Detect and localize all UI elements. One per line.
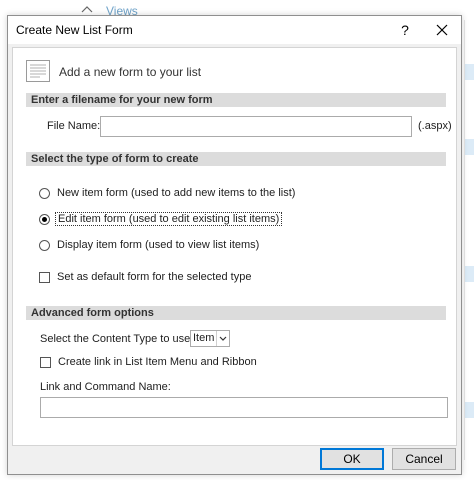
content-type-label: Select the Content Type to use: bbox=[40, 333, 194, 345]
create-list-form-dialog: Create New List Form ? Add a new form to… bbox=[7, 15, 462, 475]
display-item-form-label[interactable]: Display item form (used to view list ite… bbox=[57, 239, 259, 251]
link-command-name-label: Link and Command Name: bbox=[40, 381, 171, 393]
close-icon[interactable] bbox=[432, 20, 452, 40]
background-row-highlight bbox=[464, 64, 474, 80]
dialog-header-text: Add a new form to your list bbox=[59, 65, 202, 79]
file-name-label: File Name: bbox=[47, 120, 101, 132]
file-extension-label: (.aspx) bbox=[418, 120, 452, 132]
set-default-form-label[interactable]: Set as default form for the selected typ… bbox=[57, 271, 251, 283]
chevron-up-icon bbox=[81, 6, 93, 13]
edit-item-form-radio[interactable] bbox=[39, 214, 50, 225]
advanced-options-section-heading: Advanced form options bbox=[26, 306, 446, 320]
new-item-form-radio[interactable] bbox=[39, 188, 50, 199]
create-link-label[interactable]: Create link in List Item Menu and Ribbon bbox=[58, 356, 257, 368]
background-row-highlight bbox=[464, 402, 474, 418]
chevron-down-icon bbox=[216, 331, 227, 346]
cancel-button[interactable]: Cancel bbox=[392, 448, 456, 470]
file-name-input[interactable] bbox=[100, 116, 412, 137]
dialog-titlebar: Create New List Form ? bbox=[8, 16, 461, 44]
set-default-form-checkbox[interactable] bbox=[39, 272, 50, 283]
content-type-value: Item bbox=[193, 332, 215, 344]
help-button[interactable]: ? bbox=[396, 20, 414, 40]
form-icon bbox=[26, 60, 50, 82]
edit-item-form-label[interactable]: Edit item form (used to edit existing li… bbox=[55, 212, 283, 226]
ok-button[interactable]: OK bbox=[320, 448, 384, 470]
background-divider bbox=[464, 20, 465, 460]
link-command-name-input[interactable] bbox=[40, 397, 448, 418]
background-row-highlight bbox=[464, 139, 474, 155]
background-row-highlight bbox=[464, 266, 474, 282]
content-type-select[interactable]: Item bbox=[190, 330, 230, 347]
form-type-section-heading: Select the type of form to create bbox=[26, 152, 446, 166]
create-link-checkbox[interactable] bbox=[40, 357, 51, 368]
filename-section-heading: Enter a filename for your new form bbox=[26, 93, 446, 107]
dialog-title: Create New List Form bbox=[16, 23, 133, 37]
display-item-form-radio[interactable] bbox=[39, 240, 50, 251]
new-item-form-label[interactable]: New item form (used to add new items to … bbox=[57, 187, 295, 199]
dialog-content: Add a new form to your list Enter a file… bbox=[12, 47, 457, 446]
